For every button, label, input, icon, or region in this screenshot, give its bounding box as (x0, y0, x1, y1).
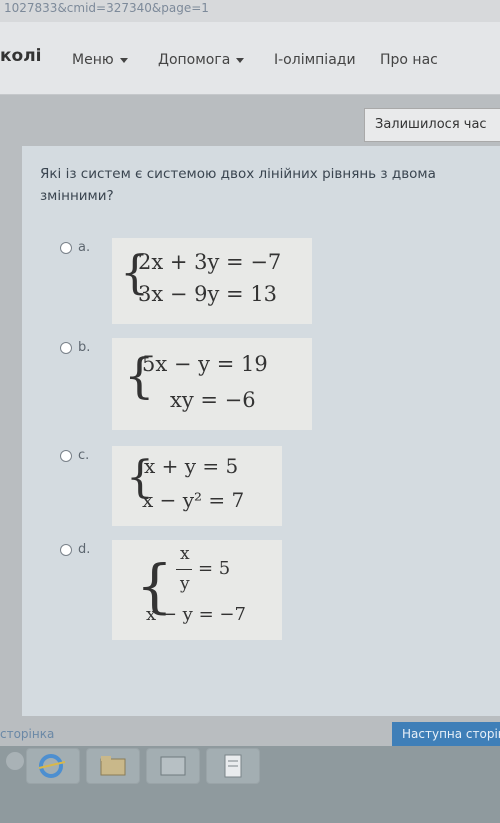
option-letter: a. (78, 240, 91, 255)
address-bar[interactable]: 1027833&cmid=327340&page=1 (0, 0, 500, 22)
document-icon[interactable] (206, 748, 260, 784)
option-d-system: { x y = 5 x − y = −7 (112, 540, 282, 640)
radio-button[interactable] (60, 341, 72, 354)
fraction-numerator: x (180, 544, 190, 564)
help-dropdown[interactable]: Допомога (158, 52, 245, 68)
equation-1: 2x + 3y = −7 (138, 250, 282, 274)
internet-explorer-icon[interactable] (26, 748, 80, 784)
next-page-button[interactable]: Наступна сторінка (392, 722, 500, 746)
site-navbar: колі Меню Допомога І-олімпіади Про нас (0, 22, 500, 95)
option-d[interactable]: d. (60, 542, 90, 557)
option-c[interactable]: c. (60, 448, 89, 463)
taskbar (0, 746, 500, 823)
radio-button[interactable] (60, 241, 72, 254)
option-letter: d. (78, 542, 91, 557)
equation-2: 3x − 9y = 13 (138, 282, 278, 306)
question-text: Які із систем є системою двох лінійних р… (40, 166, 436, 204)
option-c-system: { x + y = 5 x − y² = 7 (112, 446, 282, 526)
option-letter: c. (78, 448, 90, 463)
menu-label: Меню (72, 52, 114, 68)
file-explorer-icon[interactable] (86, 748, 140, 784)
window-icon[interactable] (146, 748, 200, 784)
option-b-system: { 5x − y = 19 xy = −6 (112, 338, 312, 430)
equation-1-rhs: = 5 (198, 558, 231, 579)
equation-2: xy = −6 (170, 388, 256, 412)
equation-1: x + y = 5 (144, 454, 239, 478)
option-a[interactable]: a. (60, 240, 90, 255)
chevron-down-icon (119, 57, 128, 63)
previous-page-link[interactable]: сторінка (0, 727, 54, 741)
about-link[interactable]: Про нас (380, 52, 438, 68)
time-remaining-box: Залишилося час (364, 108, 500, 142)
olympiads-link[interactable]: І-олімпіади (274, 52, 356, 68)
help-label: Допомога (158, 52, 231, 68)
fraction-bar (176, 569, 192, 570)
radio-button[interactable] (60, 449, 72, 462)
radio-button[interactable] (60, 543, 72, 556)
next-page-label: Наступна сторінка (402, 727, 500, 741)
option-letter: b. (78, 340, 91, 355)
equation-2: x − y = −7 (146, 604, 246, 625)
url-text: 1027833&cmid=327340&page=1 (4, 1, 209, 15)
option-b[interactable]: b. (60, 340, 90, 355)
chevron-down-icon (236, 57, 245, 63)
menu-dropdown[interactable]: Меню (72, 52, 128, 68)
option-a-system: { 2x + 3y = −7 3x − 9y = 13 (112, 238, 312, 324)
start-icon[interactable] (6, 752, 24, 770)
fraction-denominator: y (180, 574, 190, 594)
equation-2: x − y² = 7 (142, 488, 245, 512)
time-remaining-label: Залишилося час (375, 117, 487, 132)
site-name[interactable]: колі (0, 46, 42, 66)
equation-1: 5x − y = 19 (142, 352, 268, 376)
